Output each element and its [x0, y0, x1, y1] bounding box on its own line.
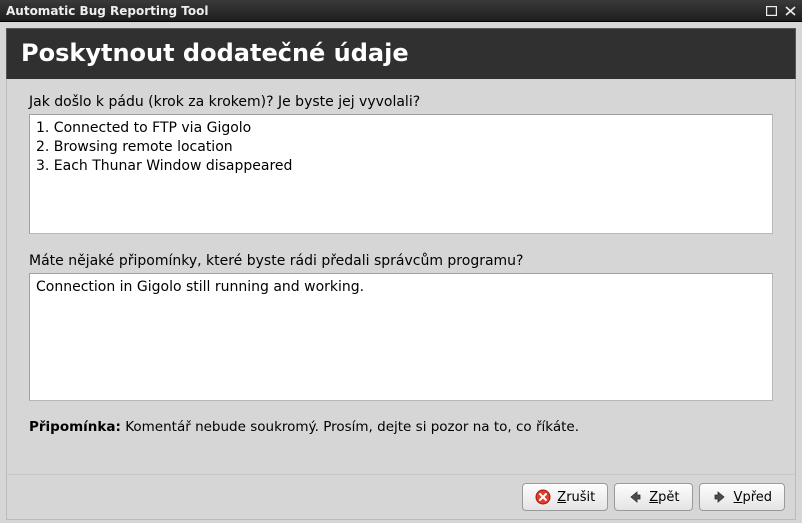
- arrow-left-icon: [627, 489, 643, 505]
- forward-label: Vpřed: [734, 491, 772, 504]
- button-bar: Zrušit Zpět Vpřed: [6, 474, 796, 520]
- window-title: Automatic Bug Reporting Tool: [6, 4, 760, 18]
- comments-textarea[interactable]: [29, 273, 773, 401]
- window-titlebar: Automatic Bug Reporting Tool: [0, 0, 802, 22]
- comments-label: Máte nějaké připomínky, které byste rádi…: [29, 252, 773, 271]
- arrow-right-icon: [712, 489, 728, 505]
- window-body: Poskytnout dodatečné údaje Jak došlo k p…: [0, 22, 802, 523]
- forward-button[interactable]: Vpřed: [699, 483, 785, 511]
- content-panel: Jak došlo k pádu (krok za krokem)? Je by…: [6, 79, 796, 474]
- cancel-label: Zrušit: [557, 491, 595, 504]
- window-close-button[interactable]: [782, 4, 798, 18]
- privacy-note-text: Komentář nebude soukromý. Prosím, dejte …: [121, 419, 579, 435]
- page-title: Poskytnout dodatečné údaje: [21, 39, 409, 67]
- comments-field: Máte nějaké připomínky, které byste rádi…: [29, 252, 773, 405]
- privacy-note: Připomínka: Komentář nebude soukromý. Pr…: [29, 419, 773, 435]
- steps-label: Jak došlo k pádu (krok za krokem)? Je by…: [29, 93, 773, 112]
- back-button[interactable]: Zpět: [614, 483, 692, 511]
- cancel-icon: [535, 489, 551, 505]
- privacy-note-prefix: Připomínka:: [29, 419, 121, 435]
- close-icon: [785, 6, 796, 16]
- maximize-icon: [766, 6, 777, 16]
- back-label: Zpět: [649, 491, 679, 504]
- cancel-button[interactable]: Zrušit: [522, 483, 608, 511]
- steps-textarea[interactable]: [29, 114, 773, 234]
- page-header: Poskytnout dodatečné údaje: [6, 28, 796, 79]
- steps-field: Jak došlo k pádu (krok za krokem)? Je by…: [29, 93, 773, 238]
- window-maximize-button[interactable]: [763, 4, 779, 18]
